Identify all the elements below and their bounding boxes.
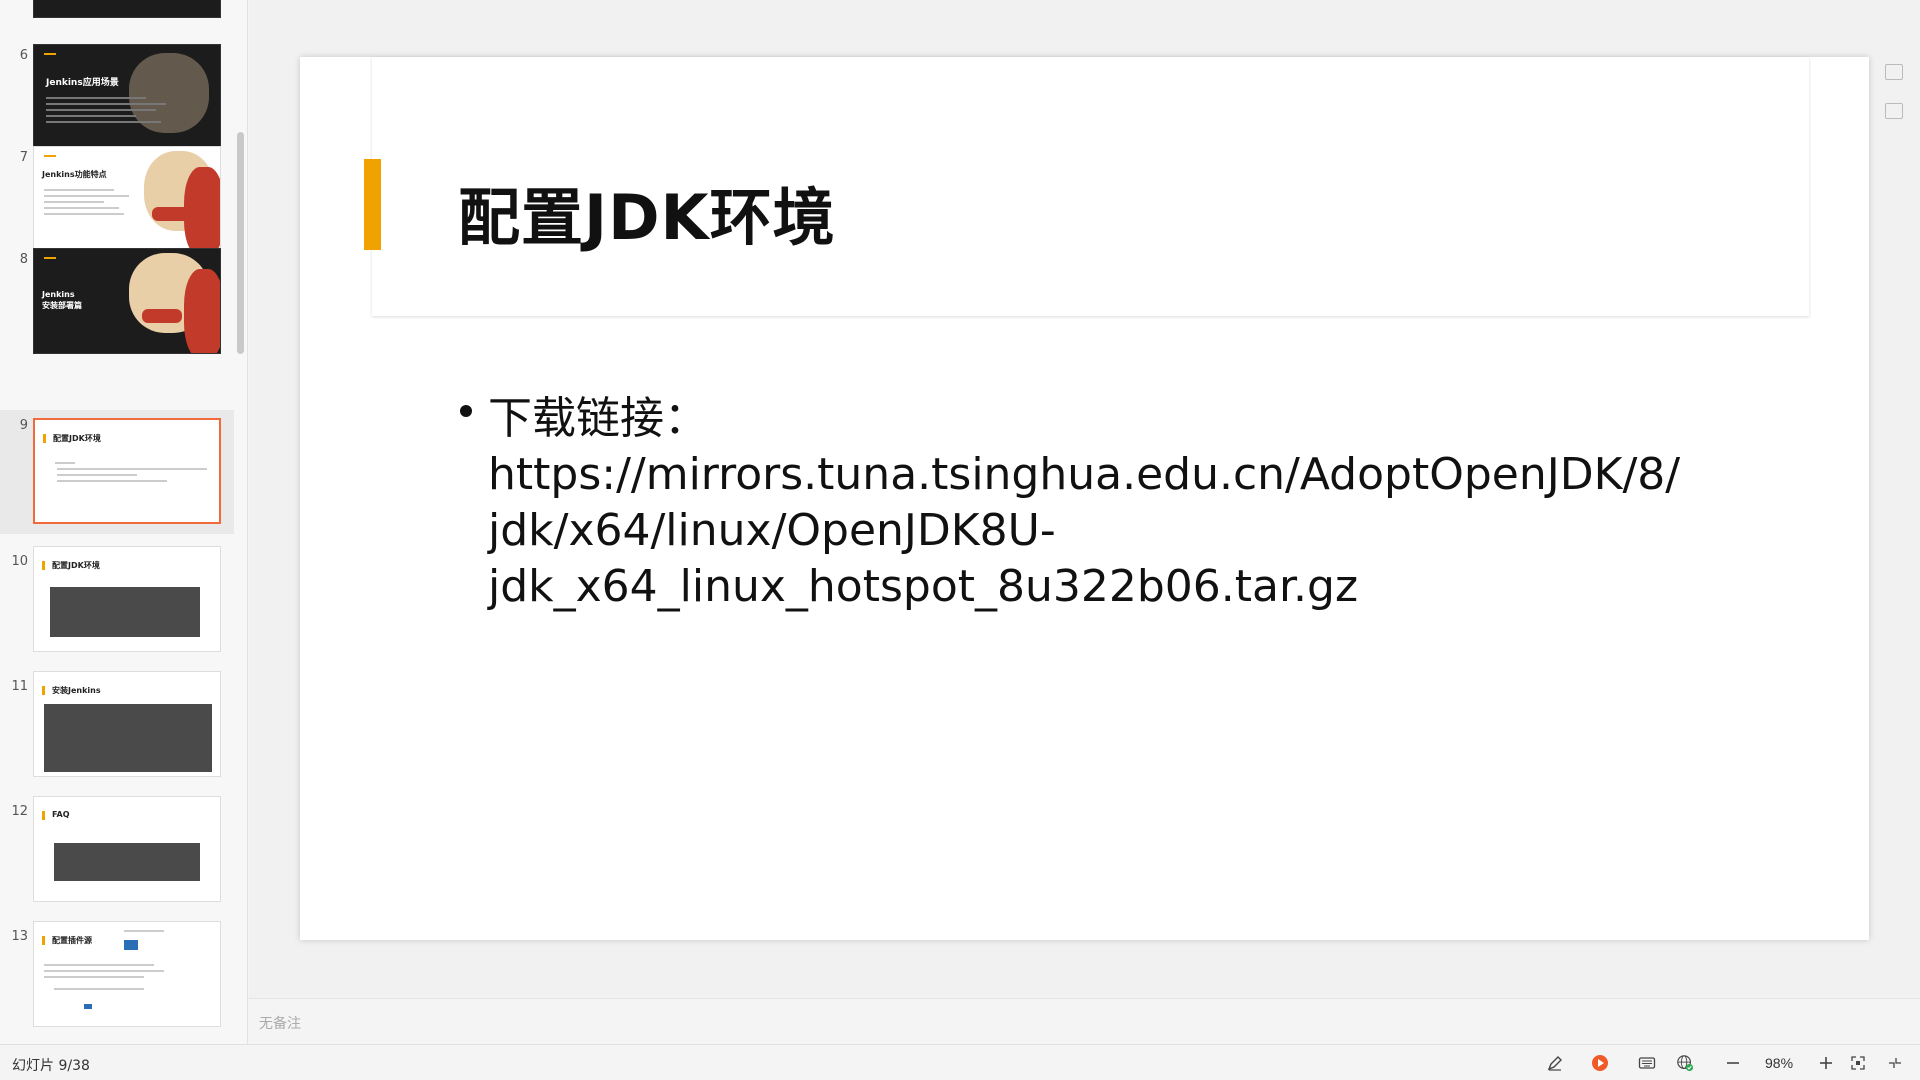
status-bar: 幻灯片 9/38 98% bbox=[0, 1044, 1920, 1080]
thumbnail-number: 13 bbox=[11, 929, 28, 944]
thumbnail-title: Jenkins 安装部署篇 bbox=[42, 290, 82, 310]
bullet-icon bbox=[460, 405, 472, 417]
bullet-line: jdk/x64/linux/OpenJDK8U- bbox=[488, 505, 1056, 556]
thumbnail-title: Jenkins应用场景 bbox=[46, 78, 119, 88]
slide-counter: 幻灯片 9/38 bbox=[12, 1058, 90, 1074]
thumbnail-slide-13[interactable]: 配置插件源 bbox=[33, 921, 221, 1027]
bullet-line: 下载链接： bbox=[488, 393, 708, 444]
notes-placeholder: 无备注 bbox=[259, 1016, 301, 1032]
thumbnail-slide-9[interactable]: 配置JDK环境 bbox=[33, 418, 221, 524]
thumbnail-title: FAQ bbox=[52, 810, 70, 819]
thumbnail-row-12[interactable]: 12 FAQ bbox=[0, 796, 234, 920]
title-accent-bar bbox=[364, 159, 381, 250]
slide-thumbnails-panel[interactable]: 6 Jenkins应用场景 7 Jenkins功能特点 8 Jenkins 安装… bbox=[0, 0, 248, 1044]
thumbnail-title: 安装Jenkins bbox=[52, 686, 101, 695]
thumbnail-slide-7[interactable]: Jenkins功能特点 bbox=[33, 146, 221, 252]
thumbnails-scrollbar[interactable] bbox=[237, 132, 244, 354]
thumbnail-slide-6[interactable]: Jenkins应用场景 bbox=[33, 44, 221, 150]
current-slide[interactable]: 配置JDK环境 下载链接： https://mirrors.tuna.tsing… bbox=[300, 57, 1869, 940]
keyboard-icon[interactable] bbox=[1638, 1054, 1656, 1072]
bullet-line: https://mirrors.tuna.tsinghua.edu.cn/Ado… bbox=[488, 449, 1681, 500]
bullet-text[interactable]: 下载链接： https://mirrors.tuna.tsinghua.edu.… bbox=[488, 391, 1768, 615]
thumbnail-title: Jenkins功能特点 bbox=[42, 170, 107, 179]
layout-icon[interactable] bbox=[1885, 64, 1903, 80]
thumbnail-number: 7 bbox=[19, 150, 28, 165]
play-slideshow-icon[interactable] bbox=[1591, 1054, 1609, 1072]
thumbnail-title: 配置JDK环境 bbox=[52, 561, 100, 570]
thumbnail-title: 配置JDK环境 bbox=[53, 434, 101, 443]
thumbnail-number: 11 bbox=[11, 679, 28, 694]
globe-check-icon[interactable] bbox=[1676, 1054, 1694, 1072]
background-icon[interactable] bbox=[1885, 103, 1903, 119]
annotate-pen-icon[interactable] bbox=[1546, 1054, 1564, 1072]
thumbnail-number: 10 bbox=[11, 554, 28, 569]
thumbnail-row-8[interactable]: 8 Jenkins 安装部署篇 bbox=[0, 244, 234, 368]
collapse-icon[interactable] bbox=[1886, 1054, 1904, 1072]
thumbnail-title: 配置插件源 bbox=[52, 936, 92, 945]
thumbnail-number: 12 bbox=[11, 804, 28, 819]
zoom-in-icon[interactable] bbox=[1817, 1054, 1835, 1072]
thumbnail-slide-8[interactable]: Jenkins 安装部署篇 bbox=[33, 248, 221, 354]
thumbnail-number: 8 bbox=[19, 252, 28, 267]
zoom-out-icon[interactable] bbox=[1724, 1054, 1742, 1072]
thumbnail-row-11[interactable]: 11 安装Jenkins bbox=[0, 671, 234, 795]
thumbnail-slide-10[interactable]: 配置JDK环境 bbox=[33, 546, 221, 652]
notes-area[interactable]: 无备注 bbox=[249, 998, 1920, 1044]
thumbnail-slide-12[interactable]: FAQ bbox=[33, 796, 221, 902]
slide-title[interactable]: 配置JDK环境 bbox=[458, 167, 836, 257]
thumbnail-slide-5[interactable] bbox=[33, 0, 221, 18]
fit-window-icon[interactable] bbox=[1849, 1054, 1867, 1072]
thumbnail-row-9[interactable]: 9 配置JDK环境 bbox=[0, 410, 234, 534]
thumbnail-number: 6 bbox=[19, 48, 28, 63]
thumbnail-slide-11[interactable]: 安装Jenkins bbox=[33, 671, 221, 777]
thumbnail-row-10[interactable]: 10 配置JDK环境 bbox=[0, 546, 234, 670]
thumbnail-row-13[interactable]: 13 配置插件源 bbox=[0, 921, 234, 1044]
bullet-line: jdk_x64_linux_hotspot_8u322b06.tar.gz bbox=[488, 561, 1359, 612]
zoom-level[interactable]: 98% bbox=[1765, 1055, 1793, 1071]
thumbnail-number: 9 bbox=[19, 418, 28, 433]
